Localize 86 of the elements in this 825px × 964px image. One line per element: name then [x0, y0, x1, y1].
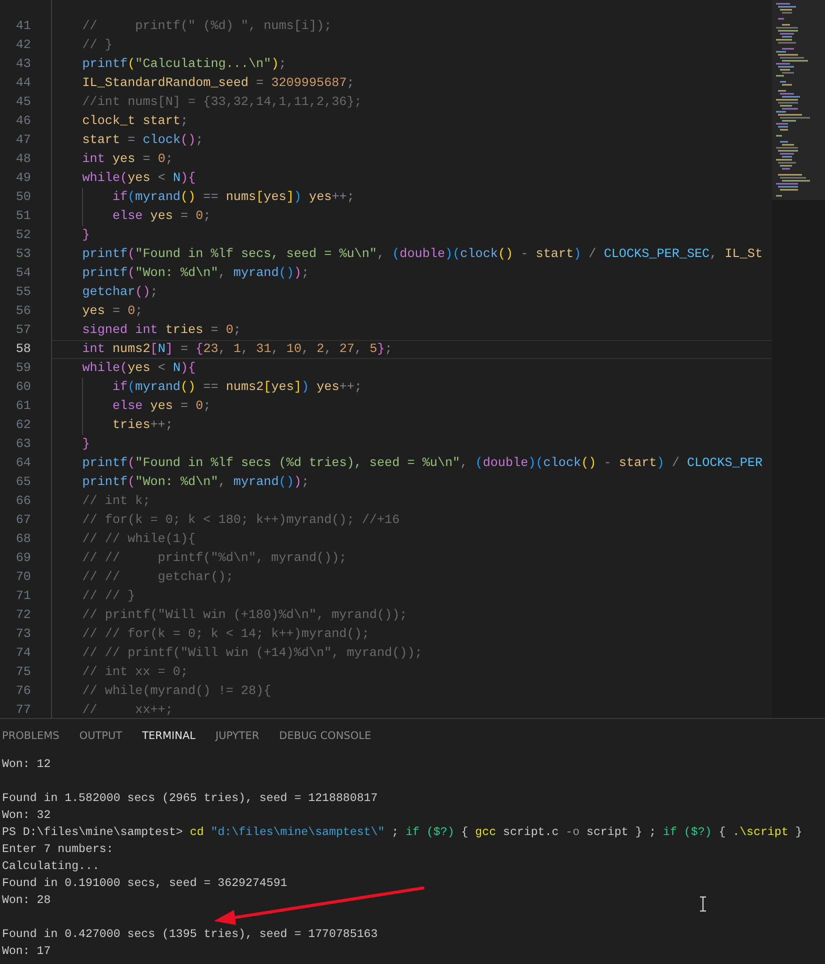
line-number: 75: [14, 664, 32, 681]
code-line: }: [81, 227, 91, 244]
code-line: yes = 0;: [81, 303, 144, 320]
code-line: // }: [81, 37, 114, 54]
line-number: 69: [14, 550, 32, 567]
line-number: 61: [14, 398, 32, 415]
code-line: // printf("Will win (+180)%d\n", myrand());: [81, 607, 408, 624]
line-number: 46: [14, 113, 32, 130]
line-number: 42: [14, 37, 32, 54]
line-number: 56: [14, 303, 32, 320]
line-number: 66: [14, 493, 32, 510]
minimap-drawing[interactable]: [772, 0, 825, 200]
code-line: int nums2[N] = {23, 1, 31, 10, 2, 27, 5};: [52, 340, 772, 359]
line-number: 43: [14, 56, 32, 73]
terminal-line: PS D:\files\mine\samptest> cd "d:\files\mine\samptest\" ; if ($?) { gcc script.c -o script } ; if ($?) { .\script }: [1, 825, 802, 841]
code-line: getchar();: [81, 284, 159, 301]
line-number: 73: [14, 626, 32, 643]
line-number: 63: [14, 436, 32, 453]
terminal-line: Found in 1.582000 secs (2965 tries), seed = 1218880817: [1, 791, 378, 807]
line-number: 62: [14, 417, 32, 434]
line-number: 50: [14, 189, 32, 206]
code-line: // xx++;: [81, 702, 174, 719]
panel-tab[interactable]: PROBLEMS: [2, 729, 80, 745]
code-line: // // getchar();: [81, 569, 234, 586]
code-line: signed int tries = 0;: [81, 322, 242, 339]
line-number: 60: [14, 379, 32, 396]
line-number: 53: [14, 246, 32, 263]
code-line: printf("Won: %d\n", myrand());: [81, 474, 310, 491]
line-number: 59: [14, 360, 32, 377]
panel-tab[interactable]: TERMINAL: [142, 729, 216, 745]
terminal-line: Won: 28: [1, 893, 51, 909]
code-line: // // while(1){: [81, 531, 197, 548]
line-number: 71: [14, 588, 32, 605]
line-number: 51: [14, 208, 32, 225]
line-number: 47: [14, 132, 32, 149]
line-number: 54: [14, 265, 32, 282]
code-line: // for(k = 0; k < 180; k++)myrand(); //+16: [81, 512, 401, 529]
code-line: int yes = 0;: [81, 151, 174, 168]
code-line: //int nums[N] = {33,32,14,1,11,2,36};: [81, 94, 363, 111]
line-number: 41: [14, 18, 32, 35]
line-number: 48: [14, 151, 32, 168]
code-line: // // printf("%d\n", myrand());: [81, 550, 348, 567]
line-number: 70: [14, 569, 32, 586]
terminal-line: Won: 32: [1, 808, 51, 824]
code-line: printf("Found in %lf secs (%d tries), seed = %u\n", (double)(clock() - start) / CLOCKS_PER: [81, 455, 764, 472]
code-line: clock_t start;: [81, 113, 190, 130]
panel-tab[interactable]: OUTPUT: [79, 729, 142, 745]
code-line: // // }: [81, 588, 136, 605]
line-number: 57: [14, 322, 32, 339]
panel-tab[interactable]: JUPYTER: [216, 729, 280, 745]
code-line: // printf(" (%d) ", nums[i]);: [81, 18, 333, 35]
line-number: 64: [14, 455, 32, 472]
text-cursor-icon: [700, 896, 706, 912]
line-number: 74: [14, 645, 32, 662]
line-number: 77: [14, 702, 32, 719]
line-number: 65: [14, 474, 32, 491]
terminal-line: Calculating...: [1, 859, 100, 875]
code-line: IL_StandardRandom_seed = 3209995687;: [81, 75, 356, 92]
panel-tab[interactable]: DEBUG CONSOLE: [279, 729, 392, 745]
code-line: while(yes < N){: [81, 170, 197, 187]
line-number: 58: [14, 341, 32, 358]
code-line: // // printf("Will win (+14)%d\n", myrand());: [81, 645, 424, 662]
code-line: // while(myrand() != 28){: [81, 683, 272, 700]
line-number: 52: [14, 227, 32, 244]
code-line: while(yes < N){: [81, 360, 197, 377]
code-line: // int xx = 0;: [81, 664, 190, 681]
line-number: 67: [14, 512, 32, 529]
line-number: 68: [14, 531, 32, 548]
code-line: start = clock();: [81, 132, 204, 149]
terminal-line: Won: 17: [1, 944, 51, 960]
line-number: 44: [14, 75, 32, 92]
code-line: // // for(k = 0; k < 14; k++)myrand();: [81, 626, 370, 643]
terminal-line: Found in 0.191000 secs, seed = 3629274591: [1, 876, 288, 892]
line-number: 72: [14, 607, 32, 624]
line-number: 45: [14, 94, 32, 111]
line-number: 76: [14, 683, 32, 700]
code-line: printf("Calculating...\n");: [81, 56, 288, 73]
code-line: printf("Won: %d\n", myrand());: [81, 265, 310, 282]
code-line: // int k;: [81, 493, 152, 510]
code-line: }: [81, 436, 91, 453]
line-number: 49: [14, 170, 32, 187]
terminal-line: Enter 7 numbers:: [1, 842, 114, 858]
line-number: 55: [14, 284, 32, 301]
code-line: printf("Found in %lf secs, seed = %u\n", (double)(clock() - start) / CLOCKS_PER_SEC, IL_St: [81, 246, 764, 263]
terminal-line: Found in 0.427000 secs (1395 tries), seed = 1770785163: [1, 927, 378, 943]
terminal-line: Won: 12: [1, 757, 51, 773]
